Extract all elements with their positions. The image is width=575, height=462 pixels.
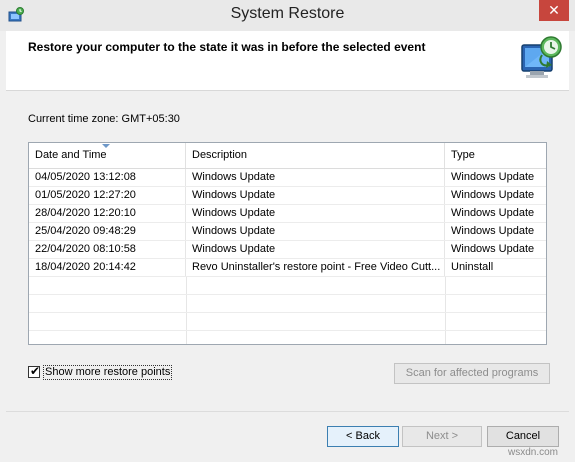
cell-date: 28/04/2020 12:20:10 bbox=[29, 205, 186, 222]
column-header-type[interactable]: Type bbox=[445, 143, 546, 168]
cell-type: Windows Update bbox=[451, 189, 535, 201]
cell-date: 22/04/2020 08:10:58 bbox=[29, 241, 186, 258]
system-restore-window: System Restore ✕ Restore your computer t… bbox=[0, 0, 575, 462]
scan-affected-programs-button[interactable]: Scan for affected programs bbox=[394, 363, 550, 384]
cell-type: Windows Update bbox=[451, 225, 535, 237]
cell-description: Revo Uninstaller's restore point - Free … bbox=[186, 259, 445, 276]
table-body: 04/05/2020 13:12:08 Windows Update Windo… bbox=[29, 169, 546, 344]
footer-divider bbox=[6, 411, 569, 412]
table-row[interactable]: 01/05/2020 12:27:20 Windows Update Windo… bbox=[29, 187, 546, 205]
column-header-date-time[interactable]: Date and Time bbox=[29, 143, 186, 168]
empty-row bbox=[29, 313, 546, 331]
system-restore-icon bbox=[521, 36, 562, 78]
header-heading: Restore your computer to the state it wa… bbox=[28, 40, 426, 54]
back-button[interactable]: < Back bbox=[327, 426, 399, 447]
cell-description: Windows Update bbox=[186, 241, 445, 258]
cell-date: 25/04/2020 09:48:29 bbox=[29, 223, 186, 240]
cell-date: 18/04/2020 20:14:42 bbox=[29, 259, 186, 276]
table-row[interactable]: 25/04/2020 09:48:29 Windows Update Windo… bbox=[29, 223, 546, 241]
sort-down-icon bbox=[102, 144, 110, 148]
window-title: System Restore bbox=[230, 5, 345, 22]
empty-row bbox=[29, 331, 546, 344]
cell-date: 01/05/2020 12:27:20 bbox=[29, 187, 186, 204]
title-bar[interactable]: System Restore ✕ bbox=[0, 0, 575, 31]
cell-description: Windows Update bbox=[186, 169, 445, 186]
cell-type: Uninstall bbox=[451, 261, 494, 273]
table-row[interactable]: 22/04/2020 08:10:58 Windows Update Windo… bbox=[29, 241, 546, 259]
cell-description: Windows Update bbox=[186, 223, 445, 240]
table-header: Date and Time Description Type bbox=[29, 143, 546, 169]
cancel-button[interactable]: Cancel bbox=[487, 426, 559, 447]
table-row[interactable]: 04/05/2020 13:12:08 Windows Update Windo… bbox=[29, 169, 546, 187]
cell-type: Windows Update bbox=[451, 207, 535, 219]
next-button[interactable]: Next > bbox=[402, 426, 482, 447]
content-area: Current time zone: GMT+05:30 Date and Ti… bbox=[6, 91, 569, 462]
show-more-checkbox[interactable]: ✔ bbox=[28, 364, 41, 378]
watermark-text: wsxdn.com bbox=[508, 447, 559, 458]
cell-type: Windows Update bbox=[451, 171, 535, 183]
cell-description: Windows Update bbox=[186, 205, 445, 222]
empty-row bbox=[29, 277, 546, 295]
cell-type: Windows Update bbox=[451, 243, 535, 255]
show-more-label[interactable]: Show more restore points bbox=[43, 365, 173, 380]
close-button[interactable]: ✕ bbox=[539, 0, 569, 21]
empty-row bbox=[29, 295, 546, 313]
column-header-description[interactable]: Description bbox=[186, 143, 445, 168]
table-row[interactable]: 18/04/2020 20:14:42 Revo Uninstaller's r… bbox=[29, 259, 546, 277]
time-zone-label: Current time zone: GMT+05:30 bbox=[28, 113, 180, 125]
header-panel: Restore your computer to the state it wa… bbox=[6, 31, 569, 91]
cell-description: Windows Update bbox=[186, 187, 445, 204]
cell-date: 04/05/2020 13:12:08 bbox=[29, 169, 186, 186]
checkmark-icon: ✔ bbox=[30, 364, 41, 378]
close-icon: ✕ bbox=[548, 2, 560, 18]
restore-points-table[interactable]: Date and Time Description Type 04/05/202… bbox=[28, 142, 547, 345]
table-row[interactable]: 28/04/2020 12:20:10 Windows Update Windo… bbox=[29, 205, 546, 223]
